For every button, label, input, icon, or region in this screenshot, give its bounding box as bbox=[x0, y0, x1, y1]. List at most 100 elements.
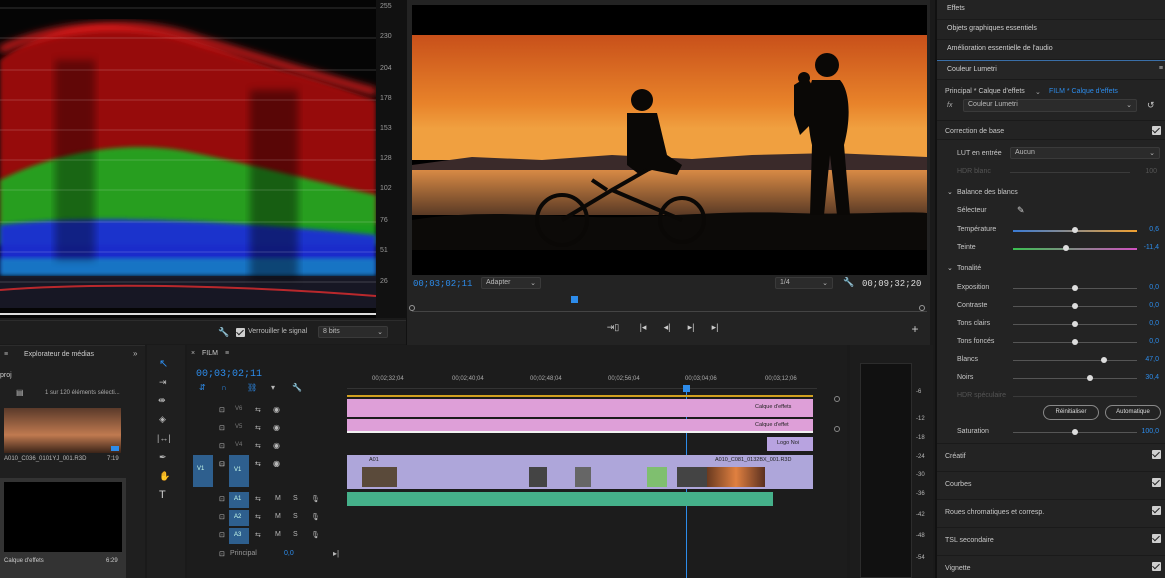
slider-value[interactable]: 0,0 bbox=[1131, 338, 1159, 345]
eye-icon[interactable]: ◉ bbox=[273, 441, 280, 450]
slider-knob[interactable] bbox=[1086, 375, 1093, 381]
slider-knob[interactable] bbox=[1072, 339, 1078, 345]
eye-icon[interactable]: ◉ bbox=[273, 423, 280, 432]
ripple-edit-tool-icon[interactable]: ⇼ bbox=[158, 395, 166, 406]
program-timecode[interactable]: 00;03;02;11 bbox=[413, 279, 472, 289]
clip-effect-layer-1[interactable]: Calque d'effets bbox=[347, 399, 813, 417]
type-tool-icon[interactable]: T bbox=[159, 489, 166, 501]
mute-icon[interactable]: M bbox=[275, 513, 281, 520]
folder-icon[interactable]: ▤ bbox=[16, 388, 24, 397]
lut-dropdown[interactable]: Aucun ⌄ bbox=[1010, 147, 1160, 159]
media-browser-tab[interactable]: Explorateur de médias bbox=[24, 351, 94, 358]
lock-icon[interactable]: ⊡ bbox=[219, 442, 225, 450]
lock-signal-checkbox[interactable] bbox=[236, 328, 245, 337]
slider-track[interactable] bbox=[1013, 378, 1137, 379]
eyedropper-icon[interactable]: ✎ bbox=[1017, 205, 1025, 216]
sync-lock-icon[interactable]: ⇆ bbox=[255, 531, 261, 539]
saturation-knob[interactable] bbox=[1072, 429, 1078, 435]
bits-dropdown[interactable]: 8 bits ⌄ bbox=[318, 326, 388, 338]
sync-lock-icon[interactable]: ⇆ bbox=[255, 406, 261, 414]
timeline-timecode[interactable]: 00;03;02;11 bbox=[196, 369, 262, 380]
work-area-bar[interactable] bbox=[347, 395, 813, 397]
eye-icon[interactable]: ◉ bbox=[273, 405, 280, 414]
snap-icon[interactable]: ∩ bbox=[221, 383, 227, 392]
lock-icon[interactable]: ⊡ bbox=[219, 531, 225, 539]
reset-button[interactable]: Réinitialiser bbox=[1043, 405, 1099, 420]
slider-knob[interactable] bbox=[1072, 285, 1078, 291]
section-color-wheels[interactable]: Roues chromatiques et corresp. bbox=[937, 499, 1165, 524]
in-point-handle[interactable] bbox=[409, 305, 415, 311]
slider-knob[interactable] bbox=[1072, 303, 1078, 309]
add-button-icon[interactable]: + bbox=[907, 322, 923, 336]
chevron-down-icon[interactable]: ⌄ bbox=[947, 188, 953, 196]
slider-knob[interactable] bbox=[1063, 245, 1070, 251]
saturation-value[interactable]: 100,0 bbox=[1131, 428, 1159, 435]
section-enable-checkbox[interactable] bbox=[1152, 450, 1161, 459]
slider-track[interactable] bbox=[1013, 248, 1137, 250]
sync-lock-icon[interactable]: ⇆ bbox=[255, 513, 261, 521]
lock-icon[interactable]: ⊡ bbox=[219, 495, 225, 503]
hand-tool-icon[interactable]: ✋ bbox=[159, 471, 170, 482]
selection-tool-icon[interactable]: ↖ bbox=[159, 357, 168, 370]
wrench-icon[interactable]: 🔧 bbox=[218, 327, 229, 338]
breadcrumb-master[interactable]: Principal * Calque d'effets bbox=[945, 88, 1025, 95]
slider-value[interactable]: 0,0 bbox=[1131, 284, 1159, 291]
menu-icon[interactable]: ≡ bbox=[225, 350, 229, 357]
linked-selection-icon[interactable]: ⛓ bbox=[247, 383, 257, 392]
section-enable-checkbox[interactable] bbox=[1152, 562, 1161, 571]
time-ruler[interactable]: 00;02;32;04 00;02;40;04 00;02;48;04 00;0… bbox=[347, 373, 817, 389]
eye-icon[interactable]: ◉ bbox=[273, 459, 280, 468]
section-creative[interactable]: Créatif bbox=[937, 443, 1165, 468]
settings-wrench-icon[interactable]: 🔧 bbox=[292, 383, 302, 392]
panel-effets[interactable]: Effets bbox=[937, 0, 1165, 20]
section-enable-checkbox[interactable] bbox=[1152, 478, 1161, 487]
lock-icon[interactable]: ⊡ bbox=[219, 460, 225, 468]
scroll-handle[interactable] bbox=[834, 426, 840, 432]
slider-knob[interactable] bbox=[1072, 227, 1078, 233]
section-basic-correction[interactable]: Correction de base bbox=[937, 120, 1165, 140]
auto-button[interactable]: Automatique bbox=[1105, 405, 1161, 420]
white-balance-header[interactable]: Balance des blancs bbox=[957, 189, 1018, 196]
step-back-edit-icon[interactable]: |◂ bbox=[635, 322, 651, 333]
sequence-tab[interactable]: FILM bbox=[202, 350, 218, 357]
add-marker-icon[interactable]: ▾ bbox=[271, 383, 275, 392]
go-to-end-icon[interactable]: ▸| bbox=[333, 549, 339, 558]
program-scrubber[interactable] bbox=[412, 296, 927, 312]
clip-effect-layer-2[interactable]: Calque d'effet bbox=[347, 419, 813, 433]
step-back-frame-icon[interactable]: ◂| bbox=[659, 322, 675, 333]
mic-icon[interactable]: 🎙 bbox=[311, 531, 320, 539]
clip-audio-a1[interactable] bbox=[347, 492, 773, 506]
section-curves[interactable]: Courbes bbox=[937, 471, 1165, 496]
slider-knob[interactable] bbox=[1100, 357, 1107, 363]
razor-tool-icon[interactable]: ◈ bbox=[159, 414, 166, 425]
section-enable-checkbox[interactable] bbox=[1152, 534, 1161, 543]
settings-wrench-icon[interactable]: 🔧 bbox=[843, 277, 854, 288]
menu-icon[interactable]: ≡ bbox=[1159, 65, 1163, 72]
slider-value[interactable]: 30,4 bbox=[1131, 374, 1159, 381]
lock-icon[interactable]: ⊡ bbox=[219, 550, 225, 558]
out-point-handle[interactable] bbox=[919, 305, 925, 311]
sync-lock-icon[interactable]: ⇆ bbox=[255, 460, 261, 468]
slider-value[interactable]: 0,6 bbox=[1131, 226, 1159, 233]
scroll-handle[interactable] bbox=[834, 396, 840, 402]
section-enable-checkbox[interactable] bbox=[1152, 126, 1161, 135]
mic-icon[interactable]: 🎙 bbox=[311, 513, 320, 521]
lock-icon[interactable]: ⊡ bbox=[219, 424, 225, 432]
effect-selector[interactable]: Couleur Lumetri ⌄ bbox=[963, 99, 1137, 112]
play-icon[interactable]: ▸| bbox=[683, 322, 699, 333]
solo-icon[interactable]: S bbox=[293, 495, 298, 502]
lock-icon[interactable]: ⊡ bbox=[219, 406, 225, 414]
pen-tool-icon[interactable]: ✒ bbox=[159, 452, 167, 463]
panel-essential-graphics[interactable]: Objets graphiques essentiels bbox=[937, 20, 1165, 40]
go-to-out-icon[interactable]: ▸| bbox=[707, 322, 723, 333]
expand-panels-icon[interactable]: » bbox=[133, 349, 137, 358]
solo-icon[interactable]: S bbox=[293, 513, 298, 520]
playhead[interactable] bbox=[571, 296, 578, 303]
section-vignette[interactable]: Vignette bbox=[937, 555, 1165, 578]
master-volume[interactable]: 0,0 bbox=[284, 550, 294, 557]
section-hsl-secondary[interactable]: TSL secondaire bbox=[937, 527, 1165, 552]
resolution-dropdown[interactable]: 1/4 ⌄ bbox=[775, 277, 833, 289]
mic-icon[interactable]: 🎙 bbox=[311, 495, 320, 503]
mute-icon[interactable]: M bbox=[275, 531, 281, 538]
track-select-tool-icon[interactable]: ⇥ bbox=[159, 377, 167, 388]
